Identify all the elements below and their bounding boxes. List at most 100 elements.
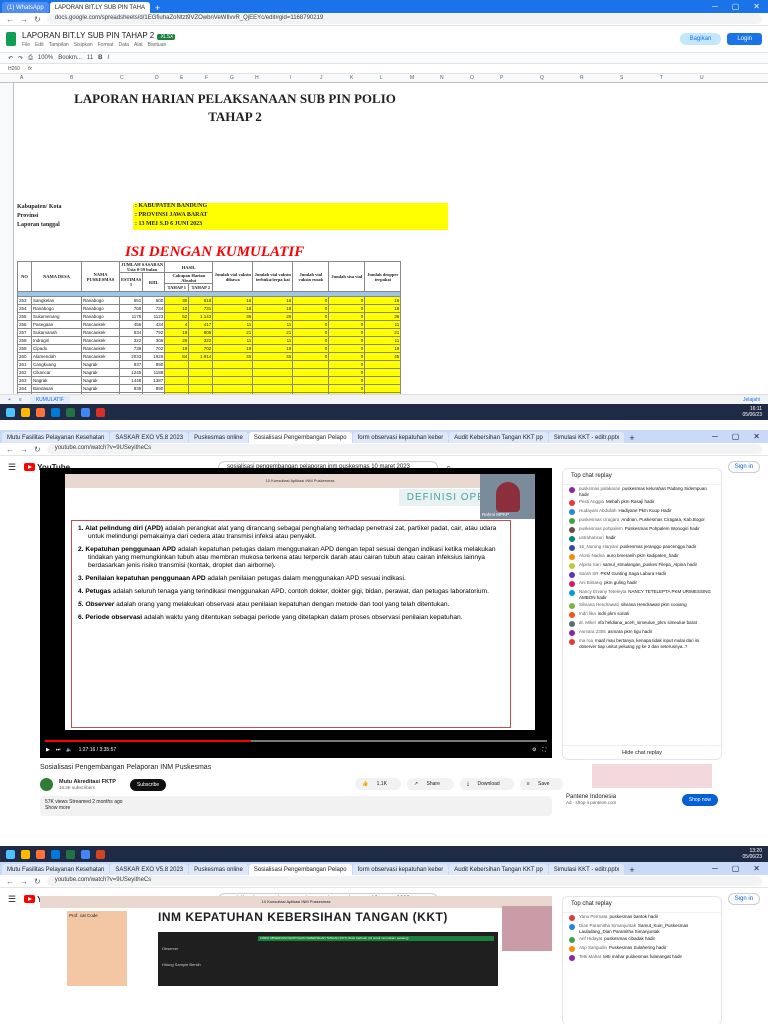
table-cell-c3[interactable]: 0: [292, 328, 330, 337]
undo-icon[interactable]: ↶: [8, 55, 13, 62]
chat-author[interactable]: Yanu Permata: [579, 914, 607, 919]
table-cell-t1[interactable]: 19: [164, 328, 190, 337]
table-cell-est[interactable]: 1448: [118, 376, 144, 385]
table-cell-est[interactable]: 937: [118, 360, 144, 369]
doc-title[interactable]: LAPORAN BIT.LY SUB PIN TAHAP 2 .XLSX: [22, 31, 176, 40]
chat-avatar[interactable]: [569, 937, 575, 943]
bold-icon[interactable]: B: [98, 55, 102, 61]
table-cell-c4[interactable]: 0: [328, 304, 366, 313]
table-cell-t2[interactable]: 731: [188, 304, 214, 313]
new-tab-icon[interactable]: +: [625, 433, 638, 443]
browser-tab[interactable]: (1) WhatsApp: [2, 2, 49, 13]
table-cell-t2[interactable]: 618: [188, 296, 214, 305]
table-cell-riil[interactable]: 434: [142, 320, 166, 329]
table-cell-t2[interactable]: [188, 368, 214, 377]
table-cell-no[interactable]: 262: [17, 368, 32, 377]
back-icon[interactable]: ←: [6, 445, 14, 454]
table-cell-c5[interactable]: 36: [364, 312, 402, 321]
table-cell-desa[interactable]: Pasegaan: [31, 320, 82, 329]
table-cell-est[interactable]: 739: [118, 344, 144, 353]
browser-tab[interactable]: Simulasi KKT - editr.pptx: [548, 432, 625, 443]
fullscreen-icon[interactable]: ⛶: [542, 747, 546, 753]
forward-icon[interactable]: →: [20, 15, 28, 24]
table-cell-pkm[interactable]: Rancaekek: [81, 352, 120, 361]
chrome-icon[interactable]: [81, 849, 90, 859]
table-cell-c2[interactable]: 19: [252, 344, 294, 353]
browser-tab[interactable]: Puskesmas online: [189, 864, 248, 875]
table-cell-no[interactable]: 263: [17, 376, 32, 385]
chat-avatar[interactable]: [569, 955, 575, 961]
sign-in-button[interactable]: Sign in: [727, 893, 760, 905]
chat-avatar[interactable]: [569, 946, 575, 952]
table-cell-riil[interactable]: 702: [142, 344, 166, 353]
table-cell-c2[interactable]: 18: [252, 304, 294, 313]
table-row[interactable]: 264 Bandasari Nagrak 935 890 0: [17, 384, 402, 393]
minimize-icon[interactable]: ─: [712, 432, 718, 441]
file-explorer-icon[interactable]: [21, 407, 30, 417]
reload-icon[interactable]: ↻: [34, 877, 41, 886]
table-cell-t2[interactable]: [188, 384, 214, 393]
table-cell-t1[interactable]: [164, 384, 190, 393]
table-cell-c2[interactable]: 26: [252, 312, 294, 321]
browser-tab[interactable]: Sosialisasi Pengembangan Pelapo: [248, 864, 352, 875]
maximize-icon[interactable]: ▢: [732, 864, 740, 873]
table-cell-c4[interactable]: 0: [328, 296, 366, 305]
table-cell-c5[interactable]: [364, 368, 402, 377]
reload-icon[interactable]: ↻: [34, 15, 41, 24]
column-header[interactable]: K: [350, 75, 353, 81]
table-cell-c2[interactable]: [252, 376, 294, 385]
table-cell-c4[interactable]: 0: [328, 352, 366, 361]
meta-value-provinsi[interactable]: : PROVINSI JAWA BARAT: [133, 212, 448, 221]
browser-tab[interactable]: SASKAR EXO V5.8 2023: [110, 432, 189, 443]
column-header[interactable]: U: [700, 75, 704, 81]
table-row[interactable]: 257 Sukamanah Rancaekek 834 792 19 805 21 21 0 0 21: [17, 328, 402, 337]
back-icon[interactable]: ←: [6, 877, 14, 886]
table-row[interactable]: 261 Cangkuang Nagrak 937 890 0: [17, 360, 402, 369]
meta-value-kabupaten[interactable]: : KABUPATEN BANDUNG: [133, 203, 448, 212]
table-cell-t2[interactable]: [188, 360, 214, 369]
table-cell-riil[interactable]: 600: [142, 296, 166, 305]
table-cell-c3[interactable]: 0: [292, 304, 330, 313]
table-cell-c5[interactable]: [364, 376, 402, 385]
table-cell-c2[interactable]: 45: [252, 352, 294, 361]
table-cell-c2[interactable]: 16: [252, 296, 294, 305]
chat-author[interactable]: Sarah SR: [579, 571, 599, 576]
table-cell-est[interactable]: 456: [118, 320, 144, 329]
menu-insert[interactable]: Sisipkan: [74, 42, 93, 48]
browser-tab[interactable]: Sosialisasi Pengembangan Pelapo: [248, 432, 352, 443]
print-icon[interactable]: ⎙: [28, 55, 33, 62]
table-cell-t2[interactable]: 805: [188, 328, 214, 337]
table-cell-t1[interactable]: [164, 368, 190, 377]
column-header[interactable]: D: [155, 75, 159, 81]
video-player[interactable]: 10 Konsultasi Aplikasi INM Puskesmas DEF…: [40, 468, 552, 758]
column-header[interactable]: Q: [540, 75, 544, 81]
chat-author[interactable]: Ani Bintang: [579, 580, 602, 585]
chat-author[interactable]: Alomi Nadira: [579, 553, 605, 558]
chat-avatar[interactable]: [569, 554, 575, 560]
table-cell-riil[interactable]: 890: [142, 360, 166, 369]
sheets-logo-icon[interactable]: [6, 32, 16, 46]
table-cell-c1[interactable]: [212, 368, 254, 377]
table-cell-desa[interactable]: Sangkelan: [31, 296, 82, 305]
chat-avatar[interactable]: [569, 924, 575, 930]
table-cell-c1[interactable]: [212, 360, 254, 369]
chat-avatar[interactable]: [569, 590, 575, 596]
table-cell-c5[interactable]: 18: [364, 304, 402, 313]
table-row[interactable]: 260 Alamendah Rancaekek 2033 1926 84 1.914 45 45…: [17, 352, 402, 361]
url-input[interactable]: youtube.com/watch?v=9USeyitheCs: [46, 444, 762, 454]
share-button[interactable]: ↗ Share: [406, 778, 454, 790]
save-button[interactable]: ≡ Save: [519, 778, 564, 790]
close-icon[interactable]: ✕: [753, 864, 760, 873]
table-cell-riil[interactable]: 890: [142, 384, 166, 393]
table-cell-pkm[interactable]: Rancaekek: [81, 336, 120, 345]
table-cell-desa[interactable]: Sukamenang: [31, 312, 82, 321]
table-cell-est[interactable]: 651: [118, 296, 144, 305]
table-cell-pkm[interactable]: Rancaekek: [81, 328, 120, 337]
table-cell-desa[interactable]: Alamendah: [31, 352, 82, 361]
windows-start-icon[interactable]: [6, 407, 15, 417]
table-cell-t1[interactable]: 52: [164, 312, 190, 321]
table-cell-c2[interactable]: [252, 368, 294, 377]
table-cell-c1[interactable]: [212, 376, 254, 385]
table-row[interactable]: 258 Indragiri Rancaekek 322 306 26 322 11 11 0 0 11: [17, 336, 402, 345]
table-cell-no[interactable]: 254: [17, 304, 32, 313]
